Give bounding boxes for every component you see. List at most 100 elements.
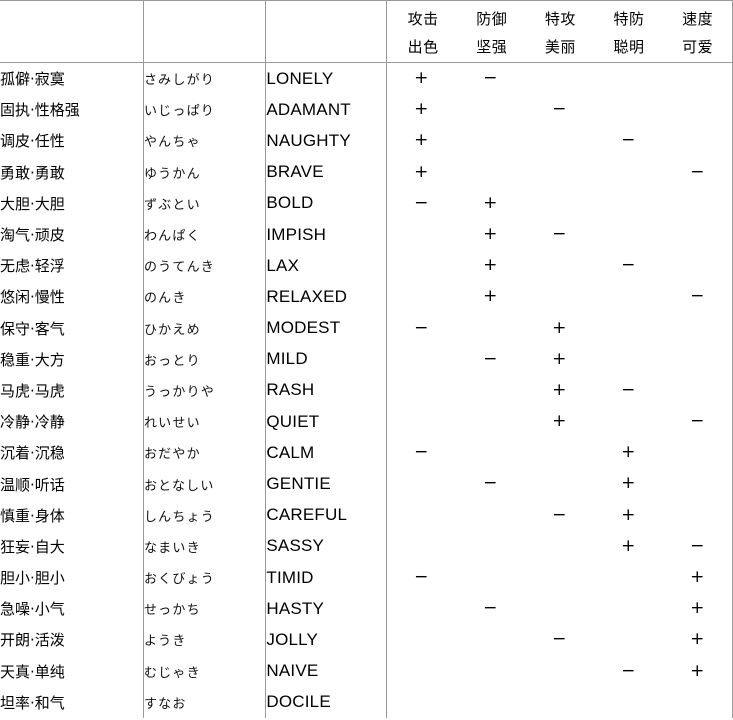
stat-mark-4: + — [690, 567, 705, 587]
table-row: 冷静·冷静 れいせい QUIET + − — [0, 406, 733, 438]
nature-stat-marks: − + — [386, 468, 733, 500]
table-row: 悠闲·慢性 のんき RELAXED + − — [0, 281, 733, 313]
nature-japanese-name: いじっぱり — [143, 94, 267, 126]
nature-stat-marks: − + — [386, 187, 733, 219]
stat-mark-1: − — [483, 348, 498, 369]
nature-english-name: DOCILE — [265, 686, 387, 718]
nature-japanese-name: さみしがり — [143, 62, 267, 95]
table-row: 保守·客气 ひかえめ MODEST − + — [0, 312, 733, 344]
nature-japanese-name: なまいき — [143, 530, 267, 562]
nature-chinese-name: 温顺·听话 — [0, 468, 144, 500]
stat-mark-1: + — [483, 286, 498, 307]
nature-chinese-name: 孤僻·寂寞 — [0, 62, 144, 95]
nature-english-name: CALM — [265, 437, 387, 469]
nature-english-name: MILD — [265, 343, 387, 375]
nature-japanese-name: せっかち — [143, 593, 267, 625]
nature-chinese-name: 固执·性格强 — [0, 94, 144, 126]
nature-chinese-name: 马虎·马虎 — [0, 374, 144, 407]
table-row: 大胆·大胆 ずぶとい BOLD − + — [0, 187, 733, 219]
nature-english-name: NAUGHTY — [265, 125, 387, 157]
nature-japanese-name: のうてんき — [143, 250, 267, 282]
nature-stat-marks: − + — [386, 499, 733, 531]
stat-mark-0: + — [414, 130, 429, 151]
nature-stat-marks: − + — [386, 593, 733, 625]
nature-japanese-name: ずぶとい — [143, 187, 267, 219]
nature-stat-marks: + − — [386, 156, 733, 188]
nature-english-name: IMPISH — [265, 218, 387, 251]
nature-english-name: BRAVE — [265, 156, 387, 188]
stat-label-0: 攻击 — [407, 9, 439, 28]
nature-chinese-name: 狂妄·自大 — [0, 530, 144, 562]
nature-chinese-name: 无虑·轻浮 — [0, 250, 144, 282]
nature-stat-marks: + − — [386, 530, 733, 562]
table-row: 慎重·身体 しんちょう CAREFUL − + — [0, 499, 733, 531]
nature-chinese-name: 悠闲·慢性 — [0, 281, 144, 313]
stat-mark-4: + — [690, 629, 705, 650]
stat-mark-3: + — [621, 535, 636, 556]
nature-japanese-name: すなお — [143, 686, 267, 718]
nature-chinese-name: 胆小·胆小 — [0, 562, 144, 594]
stat-mark-4: − — [690, 535, 705, 556]
stat-label-3: 特防 — [613, 9, 645, 28]
stat-mark-2: − — [552, 99, 567, 120]
nature-english-name: JOLLY — [265, 624, 387, 656]
nature-english-name: CAREFUL — [265, 499, 387, 531]
nature-japanese-name: しんちょう — [143, 499, 267, 531]
nature-chinese-name: 稳重·大方 — [0, 343, 144, 375]
table-row: 调皮·任性 やんちゃ NAUGHTY + − — [0, 125, 733, 157]
stat-mark-1: − — [483, 598, 498, 619]
nature-stat-marks: + − — [386, 94, 733, 126]
nature-stat-marks: + − — [386, 125, 733, 157]
table-row: 急噪·小气 せっかち HASTY − + — [0, 593, 733, 625]
stat-labels-row-stats: 攻击 防御 特攻 特防 速度 — [389, 3, 732, 33]
nature-chinese-name: 慎重·身体 — [0, 499, 144, 531]
nature-english-name: LONELY — [265, 62, 387, 95]
nature-japanese-name: むじゃき — [143, 655, 267, 687]
nature-chinese-name: 勇敢·勇敢 — [0, 156, 144, 188]
stat-mark-0: − — [414, 192, 429, 213]
nature-stat-marks: − + — [386, 655, 733, 687]
nature-japanese-name: わんぱく — [143, 218, 267, 251]
stat-mark-2: − — [552, 504, 567, 525]
nature-stat-marks: − + — [386, 312, 733, 344]
table-row: 温顺·听话 おとなしい GENTIE − + — [0, 468, 733, 500]
stat-mark-4: − — [690, 411, 705, 432]
stat-mark-4: + — [690, 598, 705, 619]
stat-mark-3: − — [621, 130, 636, 151]
nature-japanese-name: おだやか — [143, 437, 267, 469]
nature-stat-marks: + − — [386, 62, 733, 95]
stat-label-4: 速度 — [682, 9, 714, 28]
nature-chinese-name: 调皮·任性 — [0, 125, 144, 157]
nature-english-name: LAX — [265, 250, 387, 282]
nature-english-name: GENTIE — [265, 468, 387, 500]
stat-label-1: 防御 — [476, 9, 508, 28]
nature-chinese-name: 保守·客气 — [0, 312, 144, 344]
nature-chinese-name: 天真·单纯 — [0, 655, 144, 687]
stat-mark-2: + — [552, 348, 567, 369]
stat-mark-2: + — [552, 411, 567, 432]
table-row: 稳重·大方 おっとり MILD − + — [0, 343, 733, 375]
nature-english-name: ADAMANT — [265, 94, 387, 126]
stat-mark-3: − — [621, 660, 636, 681]
stat-mark-3: + — [621, 504, 636, 525]
stat-mark-2: − — [552, 223, 567, 244]
nature-english-name: MODEST — [265, 312, 387, 344]
nature-english-name: SASSY — [265, 530, 387, 562]
stat-mark-0: + — [414, 161, 429, 182]
stat-mark-4: − — [690, 161, 705, 182]
stat-mark-1: + — [483, 255, 498, 276]
nature-english-name: QUIET — [265, 406, 387, 438]
table-row: 狂妄·自大 なまいき SASSY + − — [0, 530, 733, 562]
stat-mark-1: − — [483, 473, 498, 494]
nature-japanese-name: ひかえめ — [143, 312, 267, 344]
table-row: 坦率·和气 すなお DOCILE — [0, 686, 733, 718]
nature-english-name: RASH — [265, 374, 387, 407]
nature-stat-marks: − + — [386, 437, 733, 469]
table-row: 沉着·沉稳 おだやか CALM − + — [0, 437, 733, 469]
nature-stat-marks: − + — [386, 343, 733, 375]
contest-label-0: 出色 — [407, 37, 439, 56]
pokemon-nature-table: 攻击 防御 特攻 特防 速度 出色 坚强 美丽 聪明 可爱 孤僻·寂寞 さみしがり LONELY + −… — [0, 0, 733, 718]
contest-label-1: 坚强 — [476, 37, 508, 56]
contest-label-4: 可爱 — [682, 37, 714, 56]
stat-mark-3: − — [621, 379, 636, 400]
